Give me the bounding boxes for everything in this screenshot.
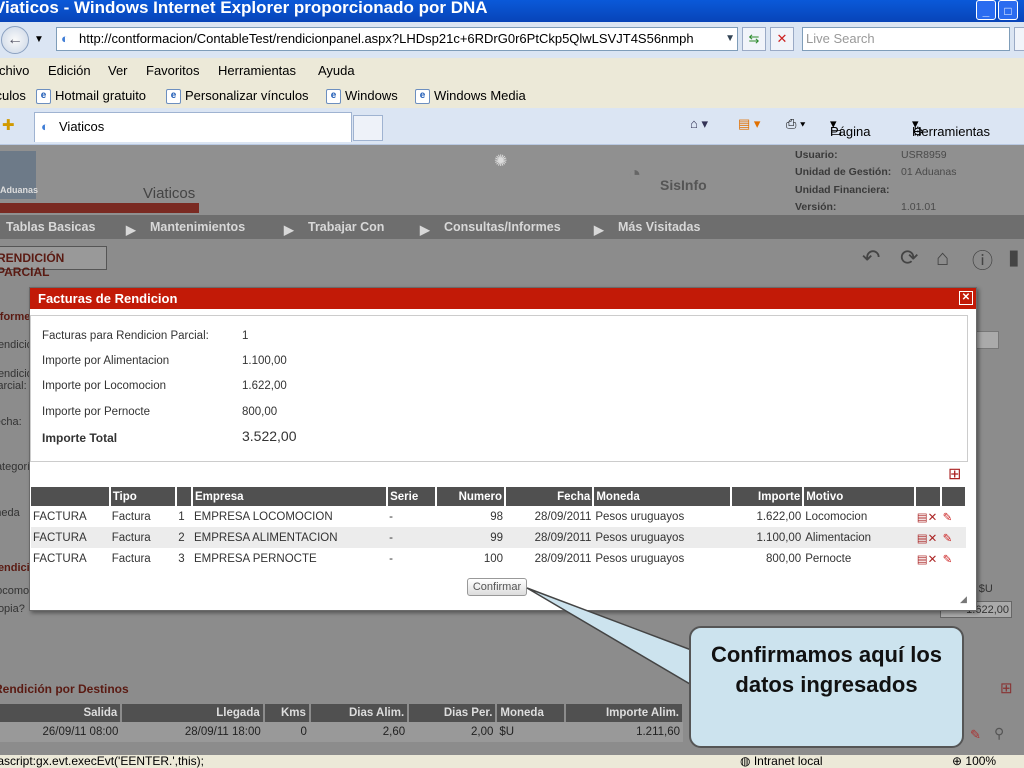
zone-indicator: ◍ Intranet local [740,755,823,768]
globe-icon: ◍ [740,755,751,768]
zoom-icon: ⊕ [952,755,963,768]
status-text: javascript:gx.evt.execEvt('EENTER.',this… [0,755,204,768]
callout-bubble: Confirmamos aquí los datos ingresados [689,626,964,748]
zoom-control[interactable]: ⊕ 100% [952,755,996,768]
status-bar: javascript:gx.evt.execEvt('EENTER.',this… [0,755,1024,768]
